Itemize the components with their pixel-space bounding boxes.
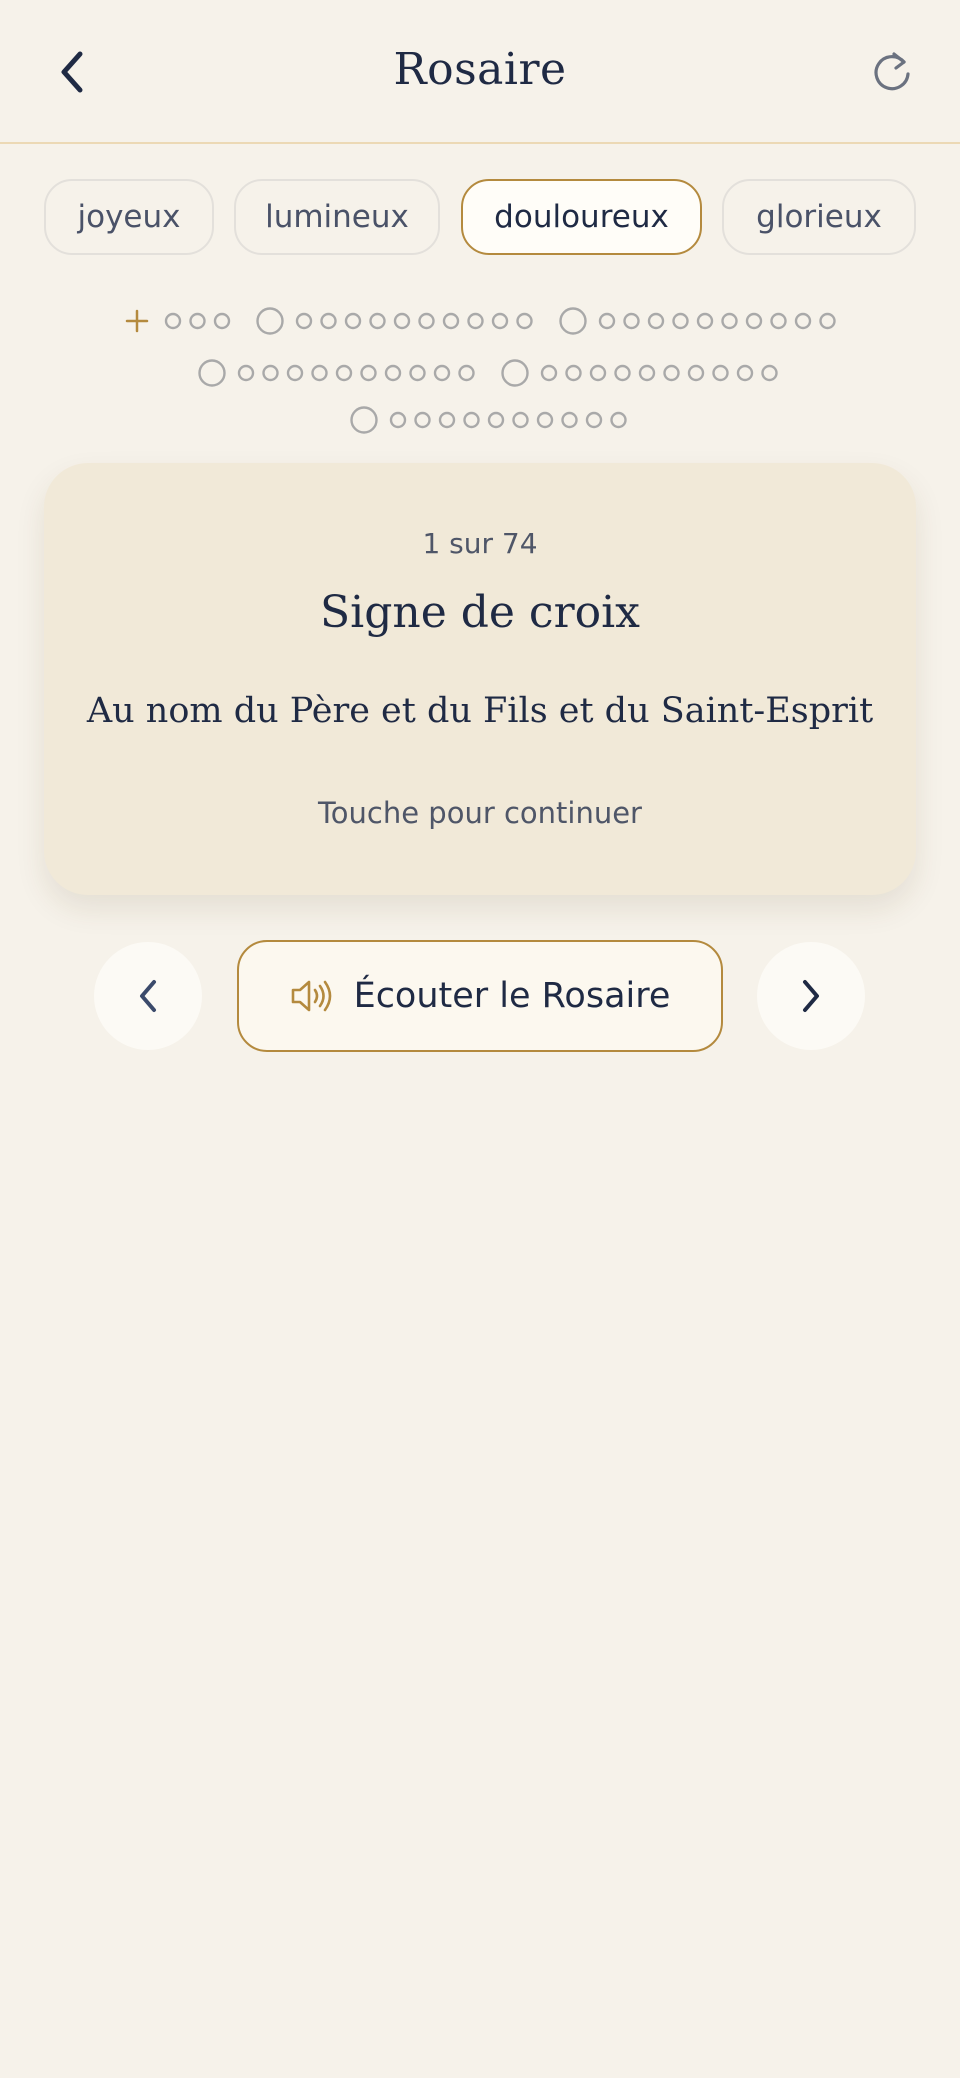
hail-mary-bead: [712, 364, 729, 382]
hail-mary-bead: [770, 312, 787, 330]
refresh-icon: [874, 52, 910, 91]
hail-mary-bead: [598, 312, 616, 330]
hail-mary-bead: [536, 411, 554, 429]
our-father-bead: [559, 307, 587, 335]
page-title: Rosaire: [393, 44, 567, 95]
hail-mary-bead: [512, 411, 529, 429]
step-counter: 1 sur 74: [422, 527, 538, 560]
hail-mary-bead: [663, 364, 680, 382]
hail-mary-bead: [721, 312, 738, 330]
crucifix-icon: [125, 309, 149, 333]
previous-button[interactable]: [94, 942, 202, 1050]
app-header: Rosaire: [0, 0, 960, 144]
prayer-title: Signe de croix: [320, 587, 640, 638]
our-father-bead: [198, 359, 226, 387]
hail-mary-bead: [393, 312, 411, 330]
hail-mary-bead: [585, 411, 603, 429]
hail-mary-bead: [638, 364, 656, 382]
hail-mary-bead: [344, 312, 362, 330]
listen-label: Écouter le Rosaire: [353, 976, 671, 1016]
tab-glorieux[interactable]: glorieux: [722, 179, 916, 255]
hail-mary-bead: [794, 312, 812, 330]
intro-bead: [189, 312, 206, 330]
hail-mary-bead: [761, 364, 778, 382]
hail-mary-bead: [647, 312, 665, 330]
hail-mary-bead: [320, 312, 337, 330]
hail-mary-bead: [819, 312, 836, 330]
chevron-right-icon: [803, 980, 819, 1012]
hail-mary-bead: [262, 364, 279, 382]
hail-mary-bead: [418, 312, 435, 330]
hail-mary-bead: [369, 312, 386, 330]
hail-mary-bead: [672, 312, 689, 330]
tab-joyeux[interactable]: joyeux: [44, 179, 214, 255]
hail-mary-bead: [696, 312, 714, 330]
hail-mary-bead: [237, 364, 255, 382]
hail-mary-bead: [409, 364, 426, 382]
listen-rosary-button[interactable]: Écouter le Rosaire: [237, 940, 723, 1052]
reset-button[interactable]: [864, 44, 920, 100]
hail-mary-bead: [384, 364, 402, 382]
hail-mary-bead: [458, 364, 475, 382]
hail-mary-bead: [442, 312, 460, 330]
rosary-progress: [125, 307, 836, 434]
tab-douloureux[interactable]: douloureux: [461, 179, 702, 255]
hail-mary-bead: [516, 312, 533, 330]
hail-mary-bead: [687, 364, 705, 382]
chevron-left-icon: [140, 980, 156, 1012]
hail-mary-bead: [311, 364, 328, 382]
our-father-bead: [501, 359, 529, 387]
hail-mary-bead: [487, 411, 505, 429]
prayer-text: Au nom du Père et du Fils et du Saint-Es…: [86, 691, 874, 731]
hail-mary-bead: [389, 411, 407, 429]
hail-mary-bead: [610, 411, 627, 429]
tap-hint: Touche pour continuer: [318, 796, 642, 830]
hail-mary-bead: [433, 364, 451, 382]
tab-lumineux[interactable]: lumineux: [234, 179, 440, 255]
hail-mary-bead: [463, 411, 480, 429]
hail-mary-bead: [438, 411, 456, 429]
intro-bead: [164, 312, 182, 330]
hail-mary-bead: [614, 364, 631, 382]
intro-bead: [213, 312, 231, 330]
hail-mary-bead: [414, 411, 431, 429]
hail-mary-bead: [286, 364, 304, 382]
hail-mary-bead: [491, 312, 509, 330]
hail-mary-bead: [565, 364, 582, 382]
hail-mary-bead: [736, 364, 754, 382]
speaker-icon: [291, 980, 331, 1012]
hail-mary-bead: [360, 364, 377, 382]
hail-mary-bead: [335, 364, 353, 382]
hail-mary-bead: [295, 312, 313, 330]
hail-mary-bead: [623, 312, 640, 330]
hail-mary-bead: [540, 364, 558, 382]
our-father-bead: [256, 307, 284, 335]
prayer-card[interactable]: 1 sur 74 Signe de croix Au nom du Père e…: [44, 463, 916, 895]
hail-mary-bead: [561, 411, 578, 429]
hail-mary-bead: [589, 364, 607, 382]
our-father-bead: [350, 406, 378, 434]
hail-mary-bead: [745, 312, 763, 330]
mystery-tabs: joyeux lumineux douloureux glorieux: [0, 179, 960, 257]
hail-mary-bead: [467, 312, 484, 330]
next-button[interactable]: [757, 942, 865, 1050]
